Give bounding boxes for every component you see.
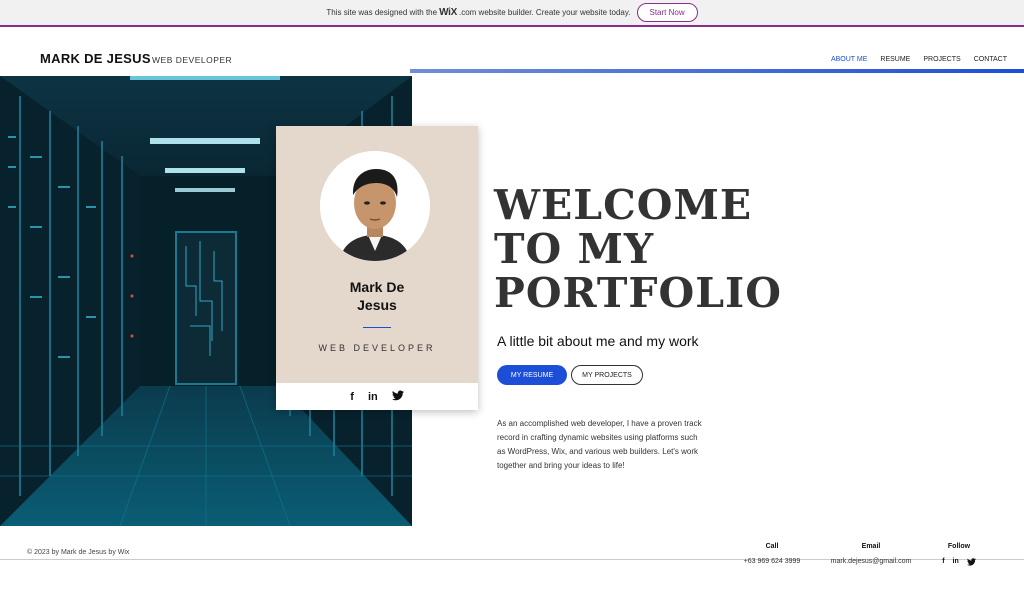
main-nav: ABOUT ME RESUME PROJECTS CONTACT	[831, 56, 1007, 63]
linkedin-icon[interactable]: in	[953, 558, 959, 568]
site-tagline: WEB DEVELOPER	[152, 55, 233, 65]
my-resume-button[interactable]: MY RESUME	[497, 365, 567, 385]
nav-about-me[interactable]: ABOUT ME	[831, 56, 867, 63]
welcome-heading: WELCOME TO MY PORTFOLIO	[494, 183, 782, 315]
nav-contact[interactable]: CONTACT	[974, 56, 1007, 63]
footer-social-icons: f in	[930, 558, 988, 568]
banner-text-after: .com website builder. Create your websit…	[459, 8, 631, 17]
site-name[interactable]: MARK DE JESUS	[40, 51, 151, 66]
footer-email: Email mark.dejesus@gmail.com	[823, 543, 919, 565]
profile-role: WEB DEVELOPER	[318, 343, 436, 353]
facebook-icon[interactable]: f	[942, 558, 944, 568]
welcome-line3: PORTFOLIO	[494, 269, 782, 317]
profile-name: Mark De Jesus	[276, 278, 478, 314]
wix-logo[interactable]: WiX	[439, 7, 457, 18]
profile-card: Mark De Jesus WEB DEVELOPER f in	[276, 126, 478, 410]
card-divider	[363, 327, 391, 328]
footer-follow-label: Follow	[947, 543, 971, 550]
banner-text-before: This site was designed with the	[326, 8, 438, 17]
welcome-line1: WELCOME	[494, 181, 753, 229]
wix-promo-banner: This site was designed with the WiX .com…	[0, 0, 1024, 27]
nav-resume[interactable]: RESUME	[880, 56, 910, 63]
copyright-text: © 2023 by Mark de Jesus by Wix	[27, 549, 130, 556]
footer-call-label: Call	[765, 543, 779, 550]
footer-follow: Follow f in	[930, 543, 988, 568]
my-projects-button[interactable]: MY PROJECTS	[571, 365, 643, 385]
profile-name-line2: Jesus	[357, 297, 397, 313]
site-header: MARK DE JESUS WEB DEVELOPER ABOUT ME RES…	[0, 27, 1024, 71]
footer-phone[interactable]: +63 969 624 3999	[738, 558, 806, 565]
profile-name-line1: Mark De	[349, 279, 405, 295]
card-social-bar: f in	[276, 383, 478, 410]
twitter-icon[interactable]	[966, 558, 976, 568]
nav-projects[interactable]: PROJECTS	[923, 56, 960, 63]
footer-email-address[interactable]: mark.dejesus@gmail.com	[823, 558, 919, 565]
header-accent-rule	[410, 69, 1024, 73]
linkedin-icon[interactable]: in	[368, 391, 378, 403]
twitter-icon[interactable]	[391, 390, 404, 404]
bio-text: As an accomplished web developer, I have…	[497, 419, 702, 470]
start-now-button[interactable]: Start Now	[636, 3, 698, 22]
profile-photo	[320, 151, 430, 261]
facebook-icon[interactable]: f	[350, 391, 354, 403]
hero-subtitle: A little bit about me and my work	[497, 333, 699, 349]
footer-call: Call +63 969 624 3999	[738, 543, 806, 565]
welcome-line2: TO MY	[494, 225, 655, 273]
footer-email-label: Email	[861, 543, 881, 550]
